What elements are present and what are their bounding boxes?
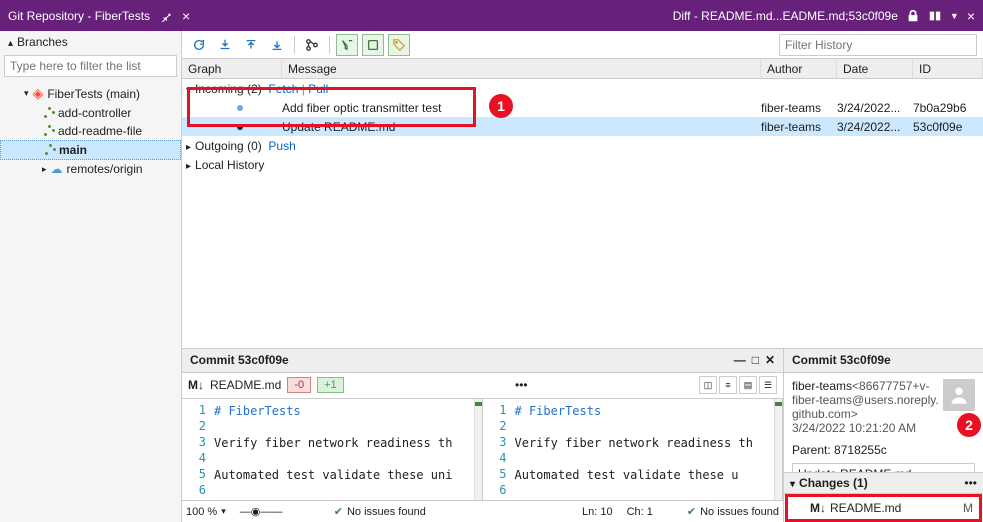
col-id[interactable]: ID bbox=[913, 60, 983, 78]
minimap-right[interactable] bbox=[774, 399, 782, 501]
file-bar: M↓ README.md -0 +1 ••• ◫ ≡ ▤ ☰ bbox=[182, 373, 783, 399]
pin-icon[interactable] bbox=[160, 10, 172, 22]
branch-graph-button[interactable] bbox=[301, 34, 323, 56]
view-inline-button[interactable]: ≡ bbox=[719, 376, 737, 394]
branch-icon bbox=[42, 125, 54, 137]
close-icon[interactable]: × bbox=[967, 8, 975, 24]
branch-add-controller[interactable]: add-controller bbox=[0, 104, 181, 122]
view-tree-button[interactable]: ▤ bbox=[739, 376, 757, 394]
callout-badge-2: 2 bbox=[957, 413, 981, 437]
history-grid-body: Incoming (2) Fetch | Pull Add fiber opti… bbox=[182, 79, 983, 174]
col-date[interactable]: Date bbox=[837, 60, 913, 78]
fetch-button[interactable] bbox=[214, 34, 236, 56]
col-author[interactable]: Author bbox=[761, 60, 837, 78]
push-button[interactable] bbox=[266, 34, 288, 56]
branch-add-readme[interactable]: add-readme-file bbox=[0, 122, 181, 140]
push-link[interactable]: Push bbox=[268, 139, 295, 153]
more-icon[interactable]: ••• bbox=[515, 378, 528, 392]
commit-message-field[interactable]: Update README.md bbox=[792, 463, 975, 473]
changed-file-row[interactable]: M↓ README.md M bbox=[785, 494, 982, 522]
commit-datetime: 3/24/2022 10:21:20 AM bbox=[792, 421, 975, 435]
diff-left-pane[interactable]: 12345678910 # FiberTests Verify fiber ne… bbox=[182, 399, 483, 501]
zoom-slider[interactable]: —◉—— bbox=[240, 505, 320, 518]
refresh-button[interactable] bbox=[188, 34, 210, 56]
view-list-button[interactable]: ☰ bbox=[759, 376, 777, 394]
parent-link[interactable]: 8718255c bbox=[834, 443, 887, 457]
minimap-left[interactable] bbox=[474, 399, 482, 501]
lower-panel: Commit 53c0f09e — □ ✕ M↓ README.md -0 +1 •… bbox=[182, 348, 983, 522]
lock-icon bbox=[906, 9, 920, 23]
incoming-group[interactable]: Incoming (2) Fetch | Pull bbox=[182, 79, 983, 98]
close-icon[interactable]: ✕ bbox=[765, 353, 775, 367]
details-header: Commit 53c0f09e bbox=[784, 349, 983, 373]
commit-row[interactable]: Add fiber optic transmitter test fiber-t… bbox=[182, 98, 983, 117]
window-title-left: Git Repository - FiberTests bbox=[8, 9, 150, 23]
close-panel-icon[interactable]: × bbox=[182, 8, 190, 24]
branches-header[interactable]: Branches bbox=[0, 31, 181, 53]
view-side-button[interactable]: ◫ bbox=[699, 376, 717, 394]
window-title-right: Diff - README.md...EADME.md;53c0f09e bbox=[673, 9, 898, 23]
branch-main[interactable]: main bbox=[0, 140, 181, 160]
removed-chip: -0 bbox=[287, 377, 311, 393]
more-icon[interactable]: ••• bbox=[964, 476, 977, 490]
sidebar: Branches ▾◈FiberTests (main) add-control… bbox=[0, 31, 182, 522]
fetch-link[interactable]: Fetch bbox=[268, 82, 298, 96]
avatar bbox=[943, 379, 975, 411]
commit-row[interactable]: Update README.md fiber-teams 3/24/2022..… bbox=[182, 117, 983, 136]
ln-indicator: Ln: 10 bbox=[582, 506, 613, 518]
commit-header: Commit 53c0f09e —□✕ bbox=[182, 349, 783, 373]
repo-node[interactable]: ▾◈FiberTests (main) bbox=[0, 83, 181, 104]
branch-icon bbox=[42, 107, 54, 119]
title-bar: Git Repository - FiberTests × Diff - REA… bbox=[0, 0, 983, 31]
local-history-group[interactable]: Local History bbox=[182, 155, 983, 174]
git-icon: ◈ bbox=[33, 85, 44, 102]
pull-button[interactable] bbox=[240, 34, 262, 56]
diff-area: 12345678910 # FiberTests Verify fiber ne… bbox=[182, 399, 783, 501]
commit-details-panel: Commit 53c0f09e fiber-teams<86677757+v- … bbox=[783, 349, 983, 522]
minimize-icon[interactable]: — bbox=[734, 353, 746, 367]
cloud-icon: ☁ bbox=[51, 162, 63, 176]
ch-indicator: Ch: 1 bbox=[627, 506, 653, 518]
outgoing-group[interactable]: Outgoing (0) Push bbox=[182, 136, 983, 155]
callout-badge-1: 1 bbox=[489, 94, 513, 118]
filter-incoming-button[interactable] bbox=[336, 34, 358, 56]
change-mark: M bbox=[963, 501, 973, 515]
split-icon[interactable] bbox=[928, 9, 942, 23]
maximize-icon[interactable]: □ bbox=[752, 353, 759, 367]
diff-right-pane[interactable]: 1234567891011 # FiberTests Verify fiber … bbox=[483, 399, 784, 501]
diff-panel: Commit 53c0f09e —□✕ M↓ README.md -0 +1 •… bbox=[182, 349, 783, 522]
history-filter-input[interactable] bbox=[779, 34, 977, 56]
content-area: Graph Message Author Date ID Incoming (2… bbox=[182, 31, 983, 522]
branch-icon bbox=[43, 144, 55, 156]
filter-local-button[interactable] bbox=[362, 34, 384, 56]
pull-link[interactable]: Pull bbox=[308, 82, 328, 96]
history-toolbar bbox=[182, 31, 983, 59]
status-bar: 100 %▾ —◉—— ✔No issues found Ln: 10 Ch: … bbox=[182, 500, 783, 522]
diff-filename: README.md bbox=[210, 378, 281, 392]
changes-header[interactable]: Changes (1)••• bbox=[784, 472, 983, 494]
branch-tree: ▾◈FiberTests (main) add-controller add-r… bbox=[0, 79, 181, 182]
col-message[interactable]: Message bbox=[282, 60, 761, 78]
col-graph[interactable]: Graph bbox=[182, 60, 282, 78]
filter-tag-button[interactable] bbox=[388, 34, 410, 56]
check-icon: ✔ bbox=[687, 505, 696, 518]
branch-filter-input[interactable] bbox=[4, 55, 177, 77]
dropdown-icon[interactable]: ▼ bbox=[950, 11, 959, 21]
check-icon: ✔ bbox=[334, 505, 343, 518]
remotes-node[interactable]: ▸☁remotes/origin bbox=[0, 160, 181, 178]
added-chip: +1 bbox=[317, 377, 344, 393]
zoom-level[interactable]: 100 % bbox=[186, 506, 217, 518]
history-grid-header: Graph Message Author Date ID bbox=[182, 59, 983, 79]
